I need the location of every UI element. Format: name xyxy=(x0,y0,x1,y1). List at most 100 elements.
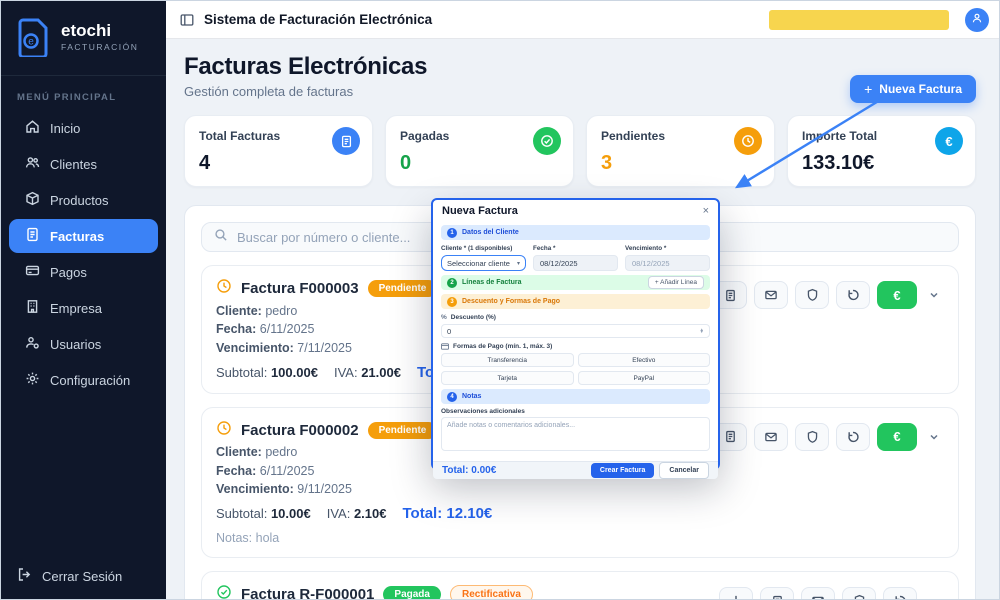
invoice-row: Factura R-F000001 Pagada Rectificativa C… xyxy=(201,571,959,600)
home-icon xyxy=(25,119,40,137)
sidebar: e etochi FACTURACIÓN MENÚ PRINCIPAL Inic… xyxy=(1,1,166,600)
app-title: Sistema de Facturación Electrónica xyxy=(204,12,432,27)
user-avatar[interactable] xyxy=(965,8,989,32)
create-invoice-button[interactable]: Crear Factura xyxy=(591,463,655,478)
user-gear-icon xyxy=(25,335,40,353)
sidebar-item-pagos[interactable]: Pagos xyxy=(9,255,158,289)
payment-option-efectivo[interactable]: Efectivo xyxy=(578,353,711,367)
main-menu: Inicio Clientes Productos Facturas Pagos… xyxy=(1,111,166,399)
email-button[interactable] xyxy=(754,281,788,309)
number-spinner[interactable]: ▲▼ xyxy=(700,329,704,334)
modal-title: Nueva Factura xyxy=(442,205,518,217)
pending-clock-icon xyxy=(216,278,232,299)
sidebar-item-productos[interactable]: Productos xyxy=(9,183,158,217)
page-header: Facturas Electrónicas Gestión completa d… xyxy=(184,53,976,99)
brand-block: e etochi FACTURACIÓN xyxy=(1,1,166,76)
plus-icon: + xyxy=(864,81,872,97)
sidebar-item-clientes[interactable]: Clientes xyxy=(9,147,158,181)
close-icon[interactable]: × xyxy=(703,206,709,217)
chevron-down-icon: ▾ xyxy=(517,260,520,267)
rectify-rotate-button[interactable] xyxy=(836,423,870,451)
building-icon xyxy=(25,299,40,317)
fecha-input[interactable]: 08/12/2025 xyxy=(533,255,618,271)
sidebar-item-configuracion[interactable]: Configuración xyxy=(9,363,158,397)
sidebar-item-usuarios[interactable]: Usuarios xyxy=(9,327,158,361)
shield-button[interactable] xyxy=(842,587,876,600)
payment-methods: Transferencia Efectivo Tarjeta PayPal xyxy=(441,353,710,385)
payment-option-tarjeta[interactable]: Tarjeta xyxy=(441,371,574,385)
menu-section-label: MENÚ PRINCIPAL xyxy=(1,76,166,111)
stat-pagadas: Pagadas 0 xyxy=(385,115,574,187)
sidebar-item-empresa[interactable]: Empresa xyxy=(9,291,158,325)
stat-total-facturas: Total Facturas 4 xyxy=(184,115,373,187)
cliente-select[interactable]: Seleccionar cliente ▾ xyxy=(441,255,526,271)
sidebar-item-inicio[interactable]: Inicio xyxy=(9,111,158,145)
download-button[interactable] xyxy=(719,587,753,600)
euro-icon: € xyxy=(935,127,963,155)
card-icon xyxy=(441,343,449,350)
invoice-number: Factura F000002 xyxy=(241,422,359,439)
topbar: Sistema de Facturación Electrónica xyxy=(166,1,1000,39)
payment-option-paypal[interactable]: PayPal xyxy=(578,371,711,385)
rectificativa-badge: Rectificativa xyxy=(450,585,533,600)
stat-importe-total: Importe Total 133.10€ € xyxy=(787,115,976,187)
paid-check-icon xyxy=(216,584,232,600)
brand-subtitle: FACTURACIÓN xyxy=(61,42,138,52)
box-icon xyxy=(25,191,40,209)
descuento-input[interactable]: 0 ▲▼ xyxy=(441,324,710,338)
section-datos-cliente: 1 Datos del Cliente xyxy=(441,225,710,240)
percent-icon: % xyxy=(441,314,447,321)
status-badge: Pagada xyxy=(383,586,441,600)
mark-paid-euro-button[interactable]: € xyxy=(877,281,917,309)
section-descuento-pago: 3 Descuento y Formas de Pago xyxy=(441,294,710,309)
shield-button[interactable] xyxy=(795,281,829,309)
users-icon xyxy=(25,155,40,173)
search-icon xyxy=(214,228,228,247)
invoice-number: Factura F000003 xyxy=(241,280,359,297)
rectify-rotate-button[interactable] xyxy=(836,281,870,309)
sidebar-item-facturas[interactable]: Facturas xyxy=(9,219,158,253)
modal-footer: Total: 0.00€ Crear Factura Cancelar xyxy=(433,461,718,479)
add-line-button[interactable]: + Añadir Línea xyxy=(648,276,704,289)
app-screen: e etochi FACTURACIÓN MENÚ PRINCIPAL Inic… xyxy=(0,0,1000,600)
stats-row: Total Facturas 4 Pagadas 0 Pendientes 3 … xyxy=(184,115,976,187)
cancel-button[interactable]: Cancelar xyxy=(659,462,709,479)
modal-total: Total: 0.00€ xyxy=(442,465,591,476)
new-invoice-button[interactable]: + Nueva Factura xyxy=(850,75,976,103)
notes-textarea[interactable] xyxy=(441,417,710,451)
chevron-down-icon[interactable] xyxy=(924,587,944,600)
invoice-number: Factura R-F000001 xyxy=(241,586,374,600)
clock-icon xyxy=(734,127,762,155)
sidebar-toggle-icon[interactable] xyxy=(180,13,194,27)
brand-name: etochi xyxy=(61,22,138,41)
chevron-down-icon[interactable] xyxy=(924,281,944,309)
new-invoice-modal: Nueva Factura × 1 Datos del Cliente Clie… xyxy=(431,198,720,470)
gear-icon xyxy=(25,371,40,389)
check-icon xyxy=(533,127,561,155)
invoice-actions xyxy=(719,584,944,600)
pending-clock-icon xyxy=(216,420,232,441)
mark-paid-euro-button[interactable]: € xyxy=(877,423,917,451)
svg-text:e: e xyxy=(28,37,34,48)
invoice-icon xyxy=(332,127,360,155)
document-button[interactable] xyxy=(760,587,794,600)
email-button[interactable] xyxy=(801,587,835,600)
brand-document-icon: e xyxy=(17,17,51,57)
stat-pendientes: Pendientes 3 xyxy=(586,115,775,187)
chevron-down-icon[interactable] xyxy=(924,423,944,451)
user-icon xyxy=(971,11,983,29)
invoice-icon xyxy=(25,227,40,245)
highlighted-region xyxy=(769,10,949,30)
logout-button[interactable]: Cerrar Sesión xyxy=(1,553,166,600)
rectify-rotate-button[interactable] xyxy=(883,587,917,600)
section-lineas-factura: 2 Líneas de Factura + Añadir Línea xyxy=(441,275,710,290)
logout-icon xyxy=(17,567,32,585)
shield-button[interactable] xyxy=(795,423,829,451)
email-button[interactable] xyxy=(754,423,788,451)
status-badge: Pendiente xyxy=(368,280,438,297)
vencimiento-input[interactable]: 08/12/2025 xyxy=(625,255,710,271)
status-badge: Pendiente xyxy=(368,422,438,439)
payment-option-transferencia[interactable]: Transferencia xyxy=(441,353,574,367)
card-icon xyxy=(25,263,40,281)
section-notas: 4 Notas xyxy=(441,389,710,404)
